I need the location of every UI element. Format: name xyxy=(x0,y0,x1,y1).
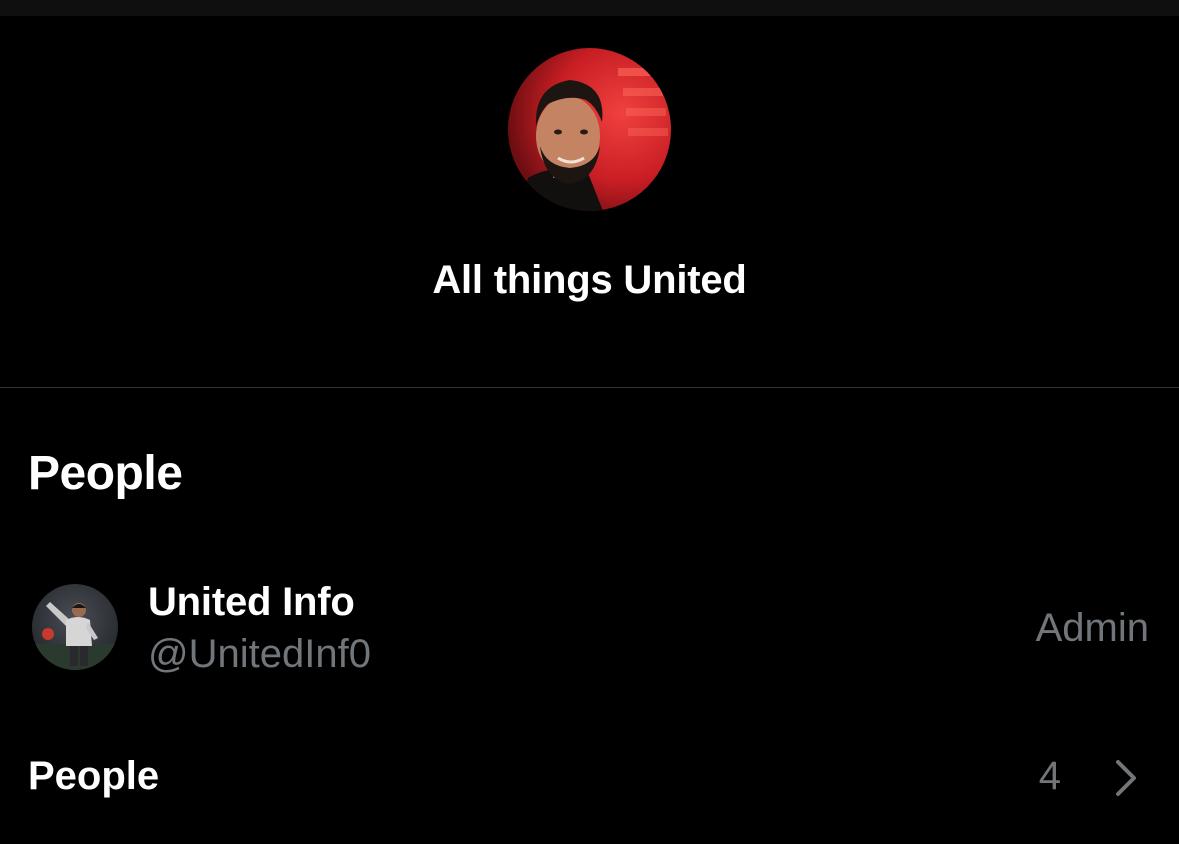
divider xyxy=(0,387,1179,388)
member-name[interactable]: United Info xyxy=(148,580,355,625)
chevron-right-icon[interactable] xyxy=(1110,758,1144,798)
member-handle[interactable]: @UnitedInf0 xyxy=(148,632,371,677)
people-count: 4 xyxy=(1038,754,1061,798)
member-avatar-image xyxy=(32,584,118,670)
section-heading: People xyxy=(28,447,183,500)
top-bar xyxy=(0,0,1179,16)
member-avatar[interactable] xyxy=(32,584,118,670)
people-row[interactable]: People 4 xyxy=(0,730,1179,825)
people-row-label: People xyxy=(28,754,160,798)
member-role-badge: Admin xyxy=(1035,606,1149,650)
group-avatar-image xyxy=(508,48,671,211)
member-row[interactable]: United Info @UnitedInf0 Admin xyxy=(0,570,1179,685)
group-avatar[interactable] xyxy=(508,48,671,211)
group-title: All things United xyxy=(432,258,747,302)
